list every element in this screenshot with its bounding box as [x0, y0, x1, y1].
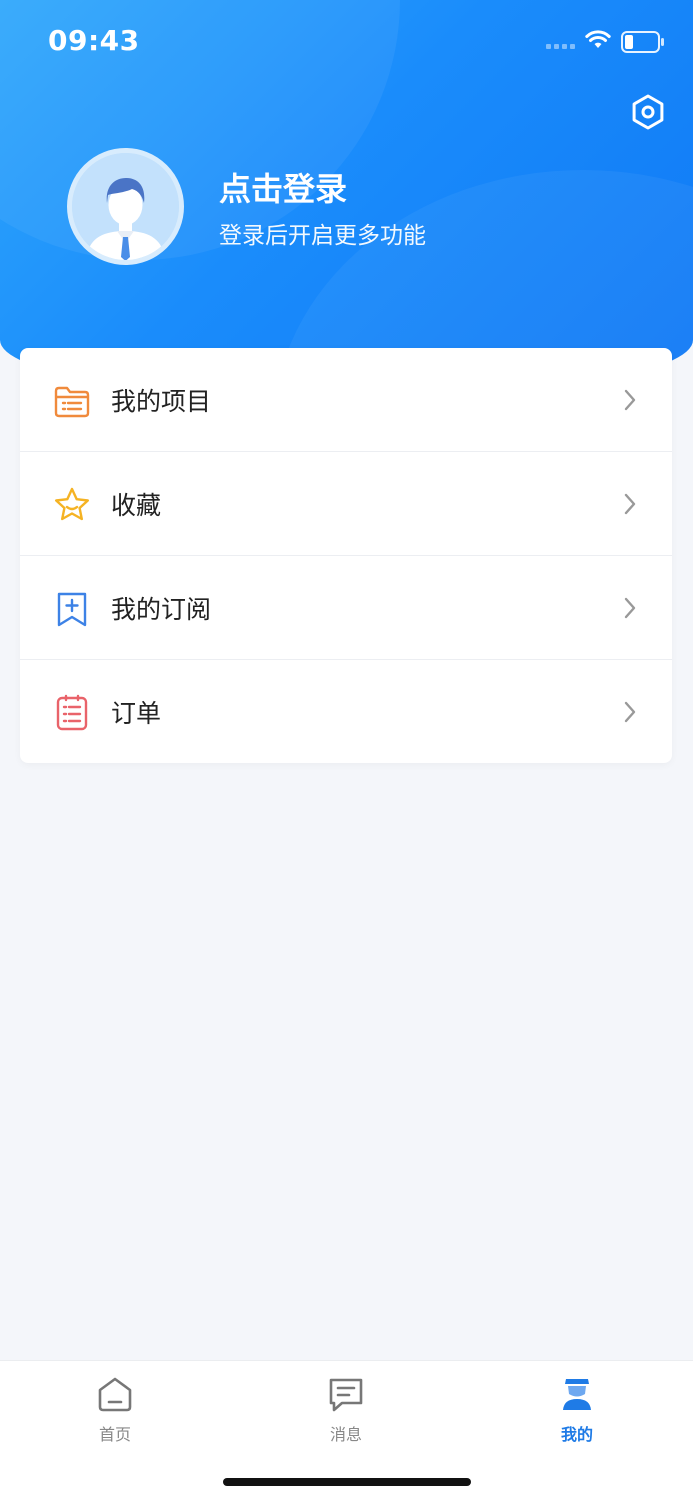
menu-item-my-projects[interactable]: 我的项目 — [20, 348, 672, 452]
chevron-right-icon — [624, 701, 636, 723]
order-list-icon — [56, 694, 88, 731]
status-time: 09:43 — [48, 24, 140, 57]
menu-card: 我的项目 收藏 我的订阅 订单 — [20, 348, 672, 763]
menu-item-subscriptions[interactable]: 我的订阅 — [20, 556, 672, 660]
chevron-right-icon — [624, 493, 636, 514]
menu-item-label: 收藏 — [111, 490, 162, 520]
menu-item-label: 我的订阅 — [111, 594, 212, 624]
settings-icon[interactable] — [629, 93, 667, 131]
menu-item-label: 订单 — [111, 699, 162, 728]
login-subtitle: 登录后开启更多功能 — [219, 223, 426, 249]
menu-item-orders[interactable]: 订单 — [20, 660, 672, 764]
avatar[interactable] — [67, 148, 184, 265]
user-avatar-icon — [72, 153, 179, 260]
menu-item-label: 我的项目 — [111, 386, 212, 416]
login-title[interactable]: 点击登录 — [219, 164, 347, 210]
tab-home[interactable]: 首页 — [75, 1375, 155, 1445]
folder-icon — [54, 386, 90, 418]
tab-label: 我的 — [560, 1425, 593, 1444]
bookmark-plus-icon — [57, 592, 87, 627]
tab-messages[interactable]: 消息 — [306, 1375, 386, 1445]
profile-icon — [563, 1379, 591, 1410]
star-icon — [55, 487, 89, 521]
message-icon — [329, 1378, 363, 1412]
chevron-right-icon — [624, 597, 636, 618]
menu-item-favorites[interactable]: 收藏 — [20, 452, 672, 556]
home-icon — [98, 1377, 132, 1412]
wifi-icon — [585, 30, 611, 48]
signal-icon — [546, 44, 575, 49]
home-indicator[interactable] — [223, 1478, 471, 1486]
tab-label: 首页 — [98, 1425, 131, 1444]
status-bar: 09:43 — [0, 0, 693, 84]
chevron-right-icon — [624, 389, 636, 410]
battery-icon — [621, 31, 664, 53]
tab-profile[interactable]: 我的 — [537, 1375, 617, 1445]
tab-label: 消息 — [329, 1425, 362, 1444]
